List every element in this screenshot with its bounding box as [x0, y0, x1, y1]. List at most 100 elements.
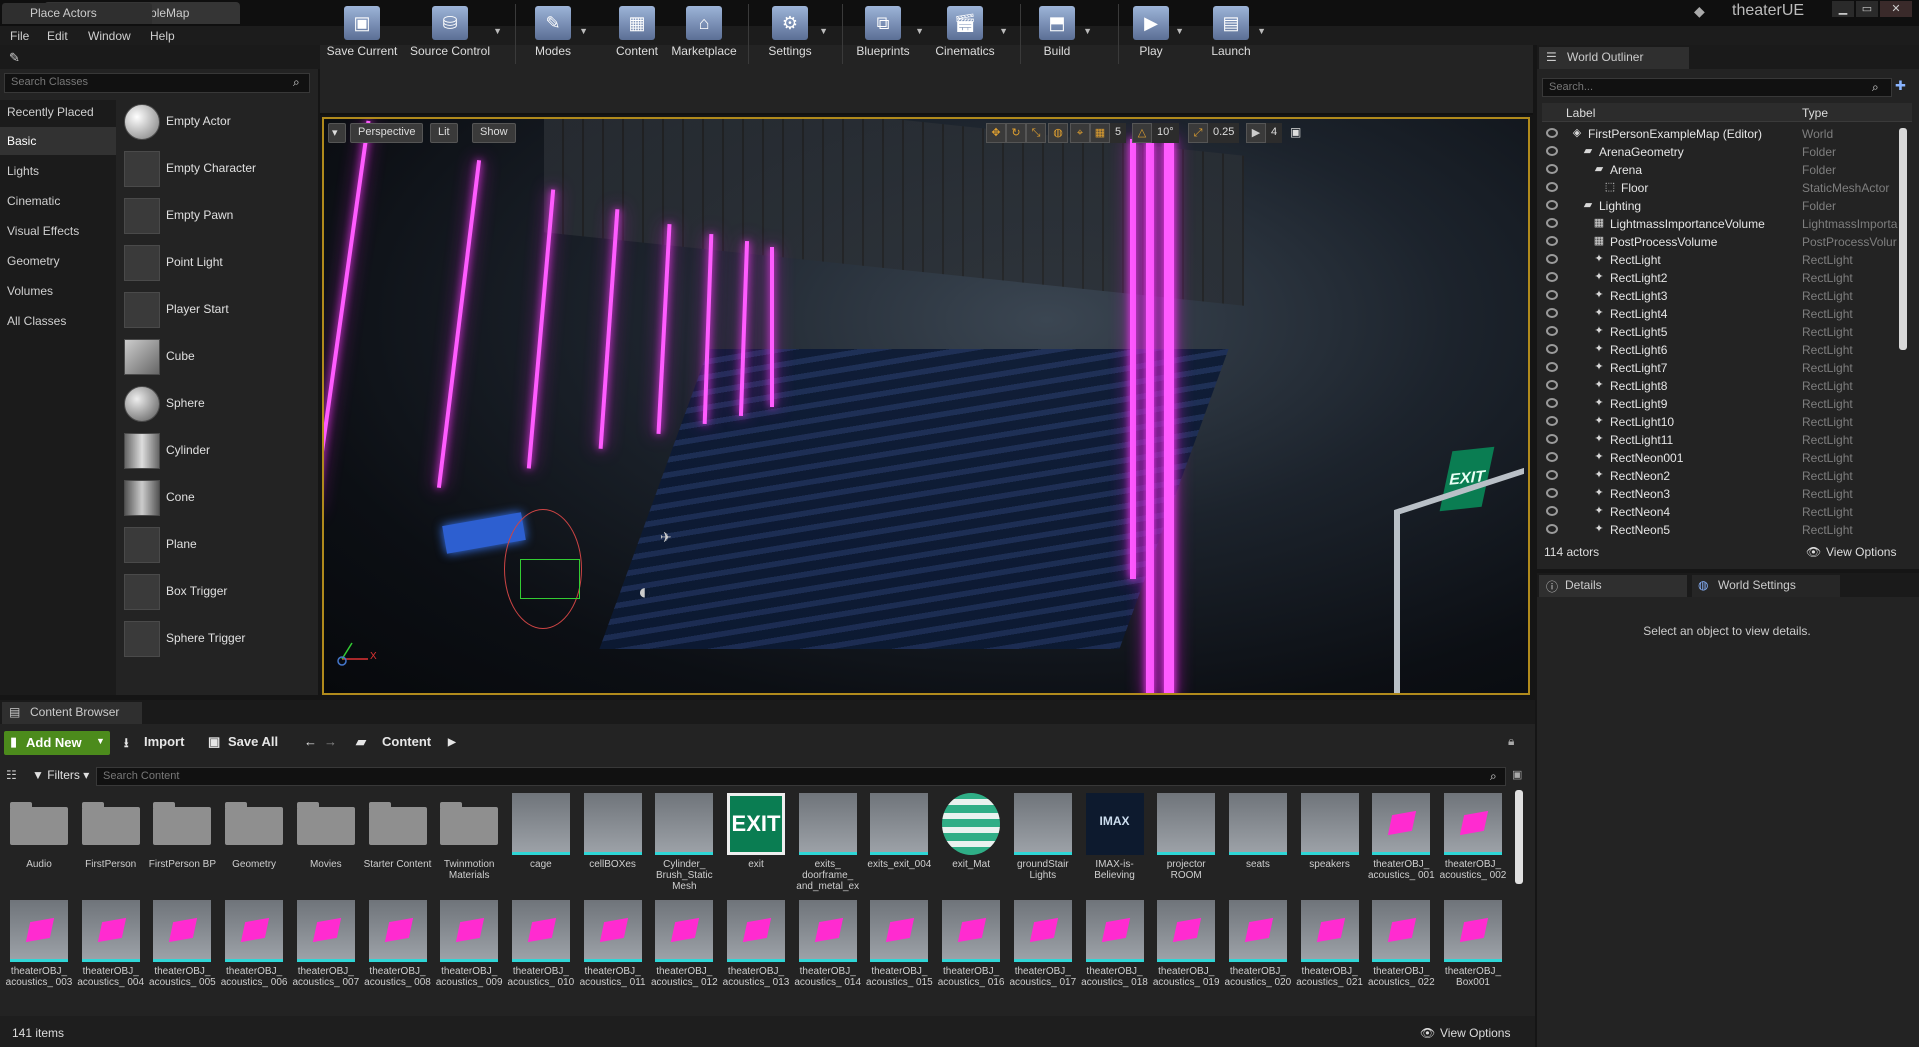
- asset-tile[interactable]: theaterOBJ_ acoustics_ 017: [1009, 900, 1076, 1012]
- filters-button[interactable]: ▼ Filters ▾: [32, 768, 89, 782]
- content-scrollbar[interactable]: [1515, 790, 1523, 884]
- actor-sphere[interactable]: Sphere: [122, 382, 312, 426]
- asset-tile[interactable]: Starter Content: [364, 793, 431, 905]
- visibility-eye-icon[interactable]: [1546, 146, 1558, 156]
- asset-tile[interactable]: FirstPerson BP: [148, 793, 216, 905]
- actor-sphere-trigger[interactable]: Sphere Trigger: [122, 617, 312, 661]
- asset-tile[interactable]: theaterOBJ_ acoustics_ 019: [1152, 900, 1220, 1012]
- outliner-row[interactable]: ✦ RectLight RectLight: [1542, 251, 1898, 269]
- visibility-eye-icon[interactable]: [1546, 398, 1558, 408]
- visibility-eye-icon[interactable]: [1546, 272, 1558, 282]
- outliner-row[interactable]: ✦ RectNeon001 RectLight: [1542, 449, 1898, 467]
- asset-tile[interactable]: Audio: [5, 793, 71, 905]
- marketplace-button[interactable]: ⌂ Marketplace: [668, 0, 740, 68]
- outliner-row[interactable]: ✦ RectLight7 RectLight: [1542, 359, 1898, 377]
- label-column-header[interactable]: Label: [1566, 106, 1595, 120]
- menu-help[interactable]: Help: [150, 29, 175, 43]
- search-content-input[interactable]: Search Content: [96, 767, 1506, 786]
- level-viewport[interactable]: EXIT ◐ ✈ ▾ Perspective Lit Show ✥ ↻ ⤡ ◍ …: [322, 117, 1530, 695]
- chevron-right-icon[interactable]: ▶: [448, 737, 456, 748]
- type-column-header[interactable]: Type: [1802, 106, 1828, 120]
- modes-button[interactable]: ✎ Modes ▼: [528, 0, 588, 68]
- asset-tile[interactable]: theaterOBJ_ Box001: [1439, 900, 1505, 1012]
- visibility-eye-icon[interactable]: [1546, 362, 1558, 372]
- category-basic[interactable]: Basic: [0, 127, 116, 155]
- visibility-eye-icon[interactable]: [1546, 164, 1558, 174]
- asset-tile[interactable]: theaterOBJ_ acoustics_ 007: [292, 900, 359, 1012]
- menu-edit[interactable]: Edit: [47, 29, 68, 43]
- save-search-icon[interactable]: ▣: [1512, 768, 1522, 781]
- outliner-row[interactable]: ▦ PostProcessVolume PostProcessVolur: [1542, 233, 1898, 251]
- category-recently-placed[interactable]: Recently Placed: [0, 98, 116, 126]
- content-button[interactable]: ▦ Content: [612, 0, 662, 68]
- asset-tile[interactable]: speakers: [1296, 793, 1362, 905]
- show-button[interactable]: Show: [472, 123, 516, 143]
- asset-tile[interactable]: groundStair Lights: [1009, 793, 1075, 905]
- visibility-eye-icon[interactable]: [1546, 128, 1558, 138]
- build-button[interactable]: ⬒ Build ▼: [1032, 0, 1092, 68]
- actor-empty-pawn[interactable]: Empty Pawn: [122, 194, 312, 238]
- visibility-eye-icon[interactable]: [1546, 416, 1558, 426]
- viewport-options-button[interactable]: ▾: [328, 123, 346, 143]
- scale-size-value[interactable]: 0.25: [1208, 123, 1240, 143]
- visibility-eye-icon[interactable]: [1546, 308, 1558, 318]
- actor-cylinder[interactable]: Cylinder: [122, 429, 312, 473]
- chevron-down-icon[interactable]: ▼: [999, 26, 1008, 36]
- asset-tile[interactable]: exits_ doorframe_ and_metal_ex: [794, 793, 860, 905]
- actor-cube[interactable]: Cube: [122, 335, 312, 379]
- angle-snap-icon[interactable]: △: [1132, 123, 1152, 143]
- angle-size-value[interactable]: 10°: [1152, 123, 1179, 143]
- perspective-button[interactable]: Perspective: [350, 123, 424, 143]
- import-button[interactable]: Import: [144, 734, 184, 749]
- asset-tile[interactable]: theaterOBJ_ acoustics_ 008: [364, 900, 431, 1012]
- camera-speed-value[interactable]: 4: [1266, 123, 1283, 143]
- chevron-down-icon[interactable]: ▼: [1175, 26, 1184, 36]
- asset-tile[interactable]: theaterOBJ_ acoustics_ 003: [5, 900, 72, 1012]
- category-all-classes[interactable]: All Classes: [0, 307, 116, 335]
- chevron-down-icon[interactable]: ▼: [579, 26, 588, 36]
- asset-tile[interactable]: theaterOBJ_ acoustics_ 013: [722, 900, 789, 1012]
- asset-tile[interactable]: theaterOBJ_ acoustics_ 016: [937, 900, 1004, 1012]
- asset-tile[interactable]: theaterOBJ_ acoustics_ 010: [507, 900, 574, 1012]
- outliner-row[interactable]: ✦ RectLight9 RectLight: [1542, 395, 1898, 413]
- asset-tile[interactable]: theaterOBJ_ acoustics_ 002: [1439, 793, 1506, 905]
- visibility-eye-icon[interactable]: [1546, 506, 1558, 516]
- outliner-row[interactable]: ✦ RectLight11 RectLight: [1542, 431, 1898, 449]
- outliner-row[interactable]: ▰ Lighting Folder: [1542, 197, 1898, 215]
- world-outliner-tab[interactable]: World Outliner: [1539, 47, 1689, 69]
- add-new-button[interactable]: Add New: [4, 731, 110, 755]
- save-all-button[interactable]: Save All: [228, 734, 278, 749]
- asset-tile[interactable]: EXIT exit: [722, 793, 788, 905]
- asset-tile[interactable]: theaterOBJ_ acoustics_ 022: [1367, 900, 1435, 1012]
- asset-tile[interactable]: theaterOBJ_ acoustics_ 015: [865, 900, 933, 1012]
- menu-window[interactable]: Window: [88, 29, 131, 43]
- visibility-eye-icon[interactable]: [1546, 524, 1558, 534]
- maximize-button[interactable]: ▭: [1856, 1, 1878, 17]
- asset-tile[interactable]: theaterOBJ_ acoustics_ 009: [435, 900, 503, 1012]
- cinematics-button[interactable]: 🎬︎ Cinematics ▼: [932, 0, 1008, 68]
- outliner-row[interactable]: ✦ RectNeon3 RectLight: [1542, 485, 1898, 503]
- outliner-row[interactable]: ✦ RectNeon5 RectLight: [1542, 521, 1898, 539]
- asset-tile[interactable]: theaterOBJ_ acoustics_ 012: [650, 900, 718, 1012]
- speaker-icon[interactable]: ◐: [638, 579, 651, 605]
- category-cinematic[interactable]: Cinematic: [0, 187, 116, 215]
- outliner-search-input[interactable]: Search...: [1542, 78, 1892, 97]
- category-lights[interactable]: Lights: [0, 157, 116, 185]
- chevron-down-icon[interactable]: ▼: [1257, 26, 1266, 36]
- chevron-down-icon[interactable]: ▼: [915, 26, 924, 36]
- asset-tile[interactable]: theaterOBJ_ acoustics_ 004: [77, 900, 144, 1012]
- maximize-viewport-icon[interactable]: ▣: [1290, 125, 1301, 139]
- visibility-eye-icon[interactable]: [1546, 254, 1558, 264]
- visibility-eye-icon[interactable]: [1546, 434, 1558, 444]
- asset-tile[interactable]: exit_Mat: [937, 793, 1003, 905]
- outliner-row[interactable]: ✦ RectLight4 RectLight: [1542, 305, 1898, 323]
- actor-cone[interactable]: Cone: [122, 476, 312, 520]
- visibility-eye-icon[interactable]: [1546, 182, 1558, 192]
- scale-icon[interactable]: ⤡: [1026, 123, 1046, 143]
- content-view-options[interactable]: View Options: [1440, 1026, 1510, 1040]
- save-current-button[interactable]: ▣ Save Current: [326, 0, 398, 68]
- category-geometry[interactable]: Geometry: [0, 247, 116, 275]
- visibility-eye-icon[interactable]: [1546, 452, 1558, 462]
- asset-tile[interactable]: theaterOBJ_ acoustics_ 021: [1296, 900, 1363, 1012]
- world-icon[interactable]: ◍: [1048, 123, 1068, 143]
